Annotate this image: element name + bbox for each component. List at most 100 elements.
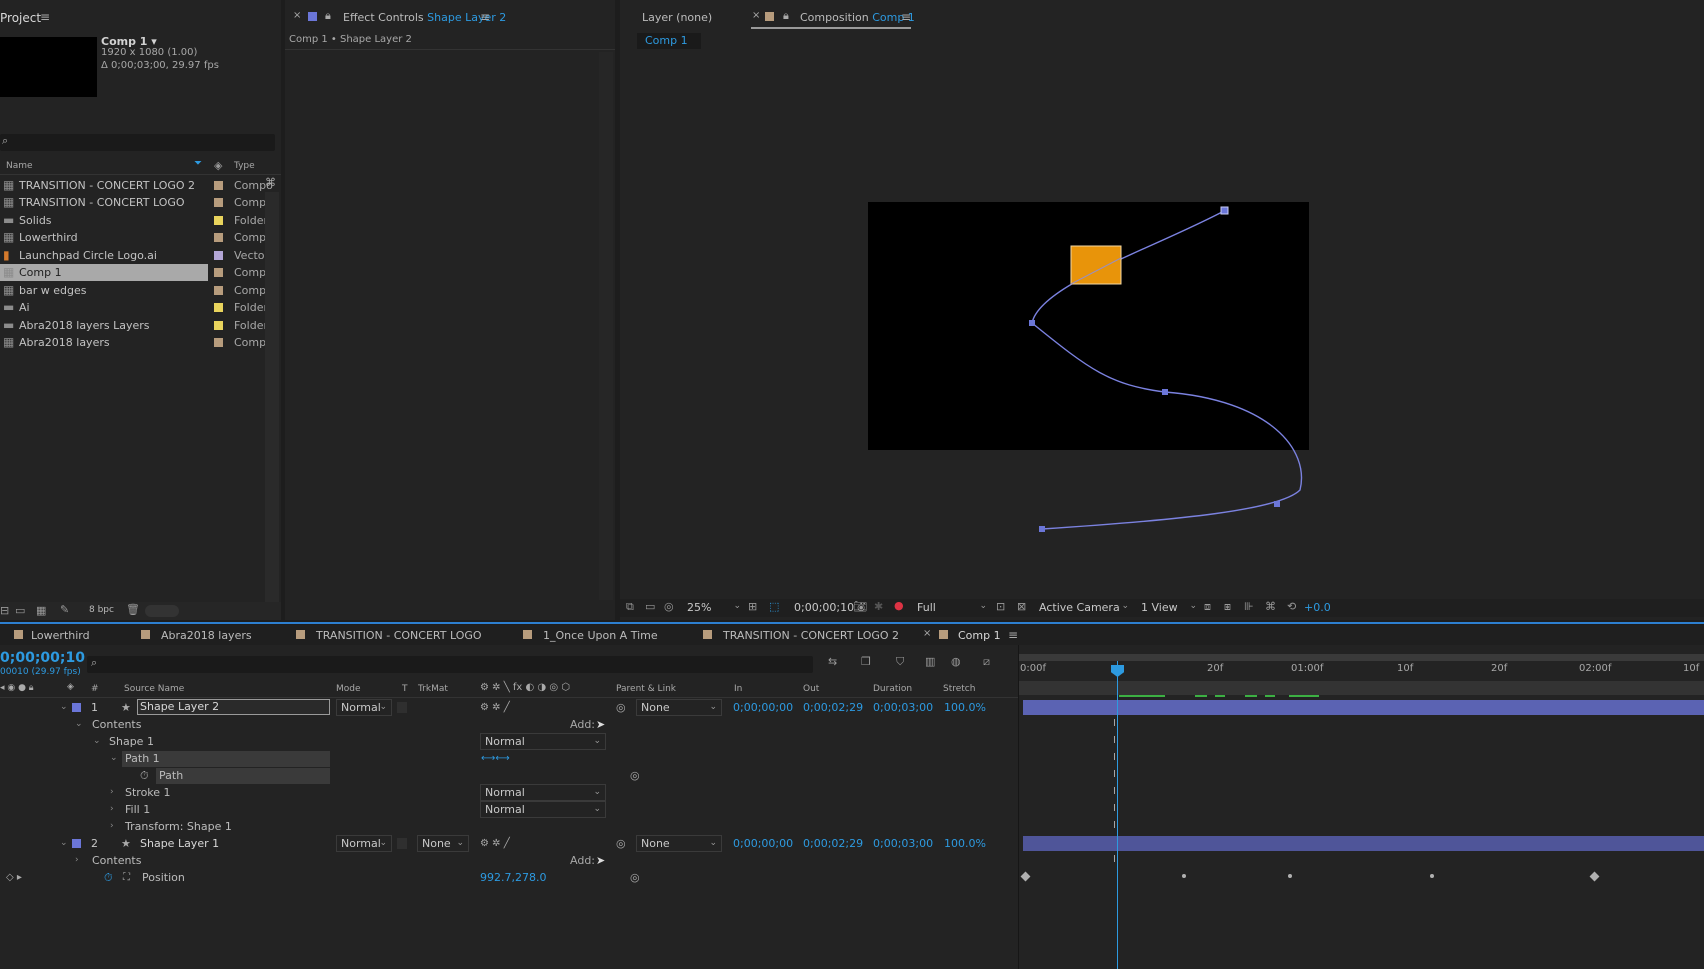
layer-out-time[interactable]: 0;00;02;29: [803, 835, 863, 852]
graph-icon[interactable]: ⛶: [123, 869, 130, 886]
label-swatch[interactable]: [214, 233, 223, 242]
tab-transition-concert-logo-2[interactable]: TRANSITION - CONCERT LOGO 2: [723, 629, 899, 642]
blend-mode-dropdown[interactable]: Normal ⌄: [480, 801, 606, 818]
path-keyframe-marker[interactable]: I: [1113, 803, 1116, 814]
transparency-grid-icon[interactable]: ⊠: [1017, 600, 1026, 613]
path-property-row[interactable]: ⏱ Path ◎: [0, 767, 1018, 784]
path-keyframe-marker[interactable]: I: [1113, 718, 1116, 729]
layer-stretch[interactable]: 100.0%: [944, 835, 986, 852]
region-of-interest-icon[interactable]: ⊡: [996, 600, 1005, 613]
layer-row[interactable]: ⌄ 1 ★ Shape Layer 2 Normal ⌄ ⚙ ✲ ╱ ◎ None…: [0, 699, 1018, 716]
layer-duration-bar[interactable]: [1023, 700, 1704, 715]
project-search-input[interactable]: ⌕: [0, 134, 275, 151]
label-tag-icon[interactable]: ◈: [214, 159, 222, 172]
column-t[interactable]: T: [402, 684, 408, 694]
layer-duration[interactable]: 0;00;03;00: [873, 835, 933, 852]
current-time-indicator[interactable]: [1117, 661, 1118, 969]
path-keyframe-marker[interactable]: I: [1113, 735, 1116, 746]
position-keyframe[interactable]: [1020, 871, 1031, 882]
vr-icon[interactable]: ◎: [664, 600, 674, 613]
delete-icon[interactable]: 🗑: [126, 603, 140, 616]
column-duration[interactable]: Duration: [873, 684, 912, 694]
keyframe-nav-icons[interactable]: ◇ ▸: [6, 869, 22, 886]
interpret-footage-icon[interactable]: ⊟: [0, 604, 9, 617]
column-out[interactable]: Out: [803, 684, 819, 694]
trkmat-dropdown[interactable]: None ⌄: [417, 835, 469, 852]
column-name[interactable]: Name: [6, 161, 33, 171]
layer-in-time[interactable]: 0;00;00;00: [733, 699, 793, 716]
column-in[interactable]: In: [734, 684, 742, 694]
layer-name[interactable]: Shape Layer 1: [140, 835, 219, 852]
position-keyframe[interactable]: [1182, 874, 1186, 878]
position-keyframe[interactable]: [1288, 874, 1292, 878]
label-swatch[interactable]: [214, 198, 223, 207]
layer-name-field[interactable]: Shape Layer 2: [137, 699, 330, 715]
stopwatch-icon[interactable]: ⏱: [140, 767, 149, 784]
color-channels-icon[interactable]: ●: [894, 599, 904, 612]
column-source-name[interactable]: Source Name: [124, 684, 184, 694]
add-menu-icon[interactable]: ➤: [596, 716, 605, 733]
expand-chevron-icon[interactable]: ⌄: [110, 750, 118, 767]
path-keyframe-marker[interactable]: I: [1113, 752, 1116, 763]
tab-lowerthird[interactable]: Lowerthird: [31, 629, 90, 642]
label-swatch[interactable]: [214, 251, 223, 260]
blend-mode-dropdown[interactable]: Normal ⌄: [480, 733, 606, 750]
contents-row[interactable]: › Contents Add: ➤: [0, 852, 1018, 869]
effect-controls-scrollbar[interactable]: [599, 52, 613, 600]
timeline-graph-area[interactable]: 0:00f 20f 01:00f 10f 20f 02:00f 10f I I …: [1018, 645, 1704, 969]
draft-3d-icon[interactable]: ❒: [861, 655, 871, 668]
list-item[interactable]: ▦ TRANSITION - CONCERT LOGO Compo: [0, 193, 281, 212]
composition-mini-flowchart-icon[interactable]: ⇆: [828, 655, 837, 668]
position-value[interactable]: 992.7,278.0: [480, 869, 546, 886]
list-item[interactable]: ▬ Ai Folder: [0, 298, 281, 317]
label-swatch[interactable]: [214, 216, 223, 225]
layer-label-swatch[interactable]: [72, 839, 81, 848]
path1-row[interactable]: ⌄ Path 1 ⟷⟷: [0, 750, 1018, 767]
tab-comp-1[interactable]: Comp 1: [958, 629, 1001, 642]
tab-abra2018-layers[interactable]: Abra2018 layers: [161, 629, 252, 642]
zoom-dropdown[interactable]: 25% ⌄: [687, 601, 741, 614]
timeline-search-input[interactable]: ⌕: [87, 656, 813, 673]
layer-duration[interactable]: 0;00;03;00: [873, 699, 933, 716]
snapshot-icon[interactable]: 📷︎: [853, 600, 867, 613]
label-swatch[interactable]: [214, 181, 223, 190]
fast-previews-icon[interactable]: ⧆: [1224, 600, 1231, 614]
label-swatch[interactable]: [214, 338, 223, 347]
expand-chevron-icon[interactable]: ›: [75, 852, 79, 869]
layer-label-swatch[interactable]: [72, 703, 81, 712]
expand-chevron-icon[interactable]: ⌄: [60, 699, 68, 716]
transform-row[interactable]: › Transform: Shape 1: [0, 818, 1018, 835]
monitor-icon[interactable]: ▭: [645, 600, 655, 613]
panel-menu-icon[interactable]: ≡: [1008, 628, 1018, 642]
parent-pickwhip-icon[interactable]: ◎: [616, 699, 626, 716]
panel-menu-icon[interactable]: ≡: [40, 10, 50, 24]
motion-blur-icon[interactable]: ◍: [951, 655, 961, 668]
thumbnail-slider[interactable]: [145, 605, 179, 617]
path-keyframe-marker[interactable]: I: [1113, 786, 1116, 797]
position-keyframe[interactable]: [1430, 874, 1434, 878]
label-swatch[interactable]: [214, 321, 223, 330]
mask-visibility-icon[interactable]: ⬚: [769, 600, 779, 613]
tab-transition-concert-logo[interactable]: TRANSITION - CONCERT LOGO: [316, 629, 482, 642]
switches-row-icons[interactable]: ⚙ ✲ ╱: [480, 835, 510, 852]
path-keyframe-marker[interactable]: I: [1113, 854, 1116, 865]
add-menu-icon[interactable]: ➤: [596, 852, 605, 869]
list-item-selected[interactable]: ▦ Comp 1 Compo: [0, 263, 281, 282]
layer-row[interactable]: ⌄ 2 ★ Shape Layer 1 Normal ⌄ None ⌄ ⚙ ✲ ╱ …: [0, 835, 1018, 852]
lock-icon[interactable]: 🔒︎: [325, 9, 331, 23]
path-direction-icons[interactable]: ⟷⟷: [481, 750, 510, 767]
contents-row[interactable]: ⌄ Contents Add: ➤: [0, 716, 1018, 733]
path-overlay[interactable]: [620, 0, 1704, 600]
column-type[interactable]: Type: [234, 161, 255, 171]
expand-chevron-icon[interactable]: ›: [110, 784, 114, 801]
expression-pickwhip-icon[interactable]: ◎: [630, 767, 640, 784]
layer-stretch[interactable]: 100.0%: [944, 699, 986, 716]
stopwatch-icon[interactable]: ⏱: [104, 869, 113, 886]
fit-icon[interactable]: ⊞: [748, 600, 757, 613]
current-time-display[interactable]: 0;00;00;10: [794, 601, 854, 614]
list-item[interactable]: ▦ Abra2018 layers Compo: [0, 333, 281, 352]
expand-chevron-icon[interactable]: ⌄: [93, 733, 101, 750]
exposure-value[interactable]: +0.0: [1304, 601, 1331, 614]
path-keyframe-marker[interactable]: I: [1113, 820, 1116, 831]
stroke-row[interactable]: › Stroke 1 Normal ⌄: [0, 784, 1018, 801]
